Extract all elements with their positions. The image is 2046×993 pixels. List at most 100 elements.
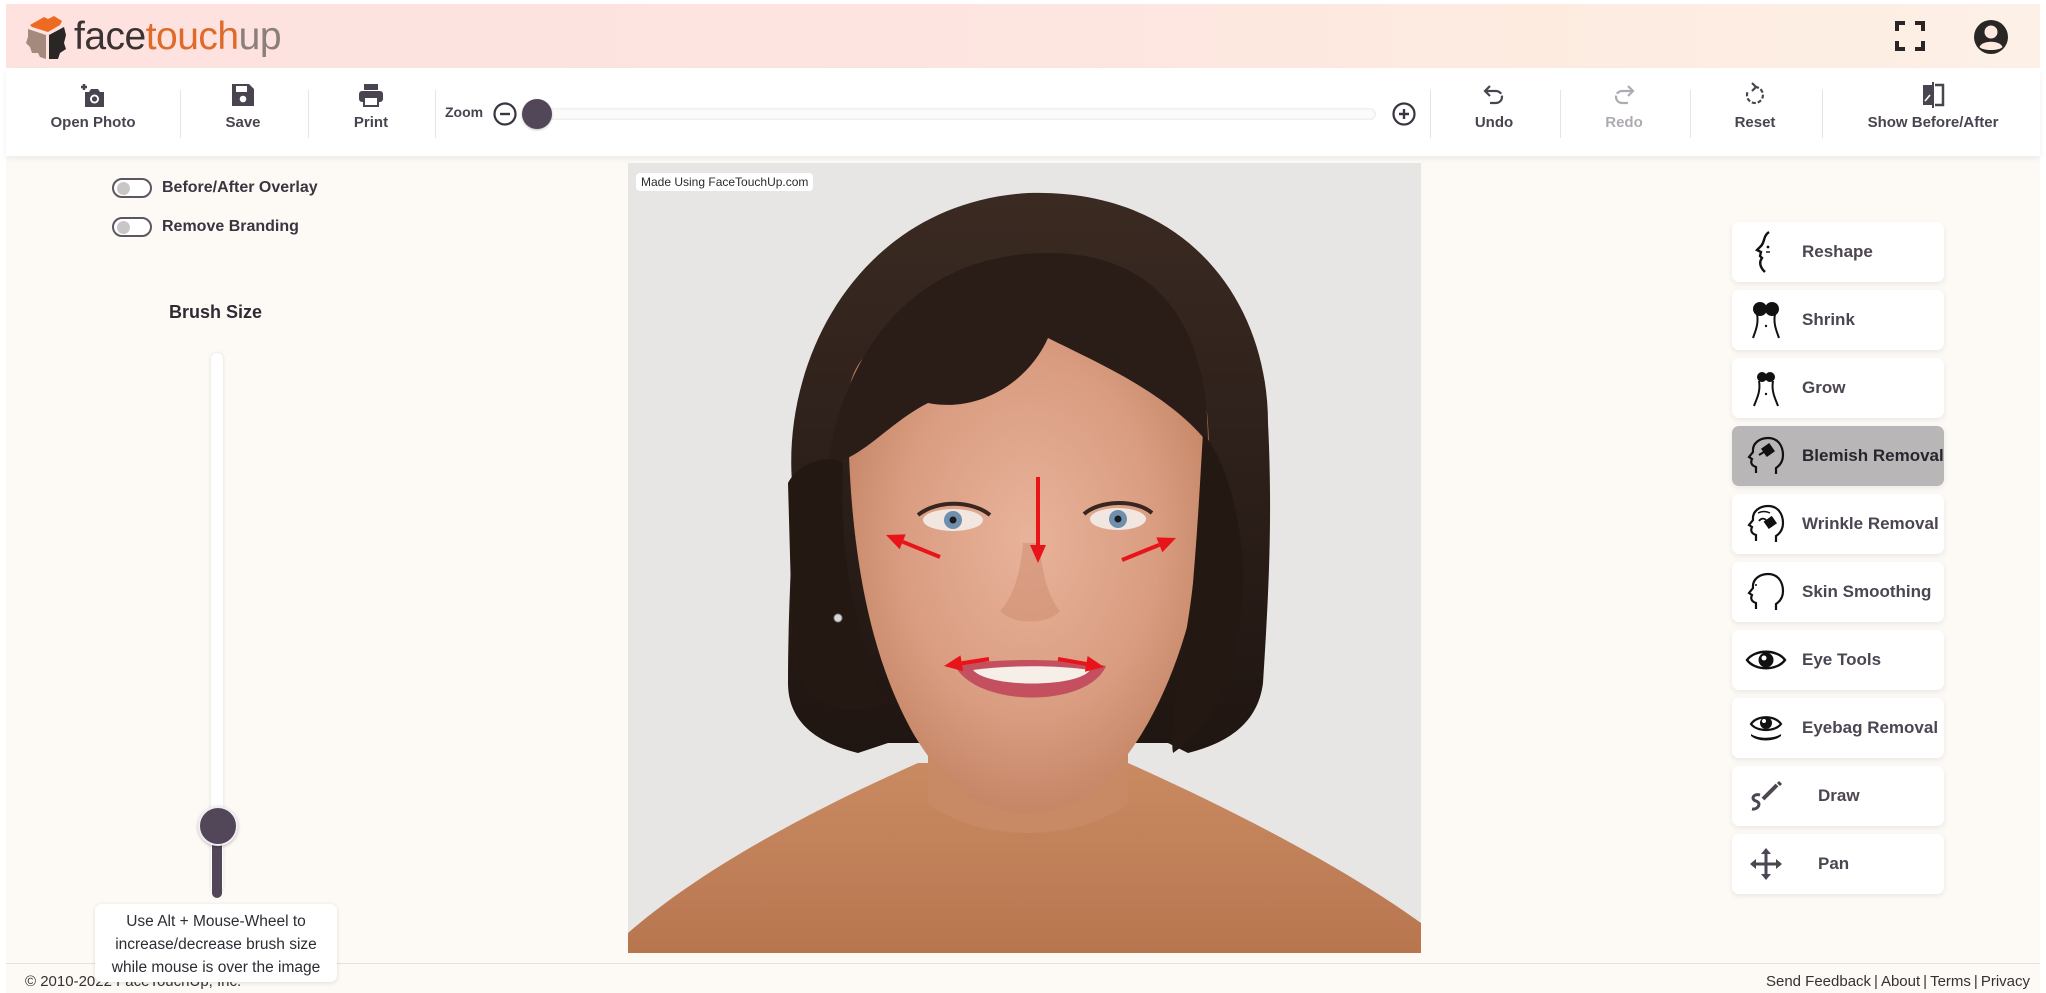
fullscreen-button[interactable] xyxy=(1892,18,1928,54)
send-feedback-link[interactable]: Send Feedback xyxy=(1766,973,1871,990)
privacy-link[interactable]: Privacy xyxy=(1981,973,2030,990)
show-before-after-button[interactable]: Show Before/After xyxy=(1868,76,1998,148)
show-before-after-label: Show Before/After xyxy=(1867,114,1999,131)
tool-label: Skin Smoothing xyxy=(1802,582,1932,601)
footer-links: Send Feedback | About | Terms | Privacy xyxy=(1766,973,2030,990)
undo-button[interactable]: Undo xyxy=(1472,76,1516,148)
arrow-right-eye-out xyxy=(1121,537,1176,562)
grow-body-icon xyxy=(1744,366,1788,410)
redo-button[interactable]: Redo xyxy=(1602,76,1646,148)
eye-icon xyxy=(1744,638,1788,682)
tool-draw-button[interactable]: Draw xyxy=(1732,766,1944,826)
tool-label: Eyebag Removal xyxy=(1802,718,1939,737)
logo-cube-icon xyxy=(26,16,66,59)
link-divider: | xyxy=(1874,973,1878,990)
reset-label: Reset xyxy=(1734,114,1776,131)
reset-button[interactable]: Reset xyxy=(1730,76,1780,148)
zoom-in-button[interactable] xyxy=(1391,101,1417,127)
brush-size-title: Brush Size xyxy=(169,302,263,322)
save-label: Save xyxy=(225,114,261,131)
blemish-removal-head-icon xyxy=(1744,434,1788,478)
compare-before-after-icon xyxy=(1918,80,1948,110)
before-after-overlay-toggle[interactable]: Before/After Overlay xyxy=(112,178,318,198)
logo[interactable]: facetouchup xyxy=(24,12,282,62)
toolbar-separator xyxy=(1822,90,1823,138)
brush-size-tooltip: Use Alt + Mouse-Wheel to increase/decrea… xyxy=(95,904,337,982)
logo-text-up: up xyxy=(238,15,282,58)
toggle-switch[interactable] xyxy=(112,217,152,237)
draw-pencil-icon xyxy=(1744,774,1788,818)
zoom-slider-track[interactable] xyxy=(536,108,1376,120)
tool-skin-smoothing-button[interactable]: Skin Smoothing xyxy=(1732,562,1944,622)
pan-arrows-icon xyxy=(1744,842,1788,886)
zoom-out-button[interactable] xyxy=(492,101,518,127)
skin-smoothing-head-icon xyxy=(1744,570,1788,614)
redo-label: Redo xyxy=(1605,114,1643,131)
undo-icon xyxy=(1479,80,1509,110)
zoom-in-plus-icon xyxy=(1392,102,1416,126)
header: facetouchup xyxy=(6,4,2040,68)
fullscreen-icon xyxy=(1895,21,1925,51)
zoom-out-minus-icon xyxy=(493,102,517,126)
zoom-slider-thumb[interactable] xyxy=(522,99,552,129)
logo-text-touch: touch xyxy=(145,15,239,58)
reshape-face-profile-icon xyxy=(1744,230,1788,274)
remove-branding-toggle[interactable]: Remove Branding xyxy=(112,217,299,237)
redo-icon xyxy=(1609,80,1639,110)
terms-link[interactable]: Terms xyxy=(1930,973,1971,990)
wrinkle-removal-head-icon xyxy=(1744,502,1788,546)
toolbar-separator xyxy=(180,90,181,138)
brush-size-slider-thumb[interactable] xyxy=(198,806,238,846)
link-divider: | xyxy=(1973,973,1978,990)
zoom-label: Zoom xyxy=(445,104,484,120)
tool-label: Draw xyxy=(1818,786,1860,805)
account-circle-icon xyxy=(1974,20,2008,54)
arrow-mouth-right xyxy=(1057,656,1104,672)
print-label: Print xyxy=(353,114,389,131)
tool-label: Shrink xyxy=(1802,310,1855,329)
app-root: facetouchup Open Photo Save Print Zoom U… xyxy=(6,4,2040,993)
tool-shrink-button[interactable]: Shrink xyxy=(1732,290,1944,350)
arrow-left-eye-out xyxy=(886,534,941,559)
undo-label: Undo xyxy=(1474,114,1514,131)
toggle-label: Before/After Overlay xyxy=(162,179,318,196)
logo-wordmark: facetouchup xyxy=(74,13,282,61)
tool-label: Blemish Removal xyxy=(1802,446,1944,465)
link-divider: | xyxy=(1923,973,1928,990)
photo-canvas[interactable]: Made Using FaceTouchUp.com xyxy=(628,163,1421,953)
tool-label: Wrinkle Removal xyxy=(1802,514,1939,533)
tool-label: Eye Tools xyxy=(1802,650,1882,669)
save-floppy-icon xyxy=(228,80,258,110)
save-button[interactable]: Save xyxy=(216,76,270,148)
toggle-switch[interactable] xyxy=(112,178,152,198)
account-button[interactable] xyxy=(1972,18,2008,54)
tool-pan-button[interactable]: Pan xyxy=(1732,834,1944,894)
tool-label: Grow xyxy=(1802,378,1846,397)
toggle-label: Remove Branding xyxy=(162,218,299,235)
tooltip-line: while mouse is over the image xyxy=(111,959,321,976)
printer-icon xyxy=(356,80,386,110)
tooltip-line: Use Alt + Mouse-Wheel to xyxy=(126,913,306,930)
toolbar-separator xyxy=(308,90,309,138)
tool-wrinkle-removal-button[interactable]: Wrinkle Removal xyxy=(1732,494,1944,554)
open-photo-label: Open Photo xyxy=(50,114,136,131)
about-link[interactable]: About xyxy=(1881,973,1920,990)
toolbar-separator xyxy=(435,90,436,138)
tool-blemish-removal-button[interactable]: Blemish Removal xyxy=(1732,426,1944,486)
tool-label: Pan xyxy=(1818,854,1850,873)
tool-eye-tools-button[interactable]: Eye Tools xyxy=(1732,630,1944,690)
annotation-arrows xyxy=(886,477,1176,672)
eyebag-icon xyxy=(1744,706,1788,750)
arrow-mouth-left xyxy=(944,655,990,672)
print-button[interactable]: Print xyxy=(346,76,396,148)
tool-reshape-button[interactable]: Reshape xyxy=(1732,222,1944,282)
arrow-nose-down xyxy=(1030,477,1046,563)
add-photo-camera-icon xyxy=(78,80,108,110)
toolbar-separator xyxy=(1430,90,1431,138)
logo-text-face: face xyxy=(74,15,146,58)
open-photo-button[interactable]: Open Photo xyxy=(48,76,138,148)
tool-eyebag-removal-button[interactable]: Eyebag Removal xyxy=(1732,698,1944,758)
reset-rotate-icon xyxy=(1740,80,1770,110)
toolbar: Open Photo Save Print Zoom Undo Redo Res… xyxy=(6,68,2040,156)
tool-grow-button[interactable]: Grow xyxy=(1732,358,1944,418)
